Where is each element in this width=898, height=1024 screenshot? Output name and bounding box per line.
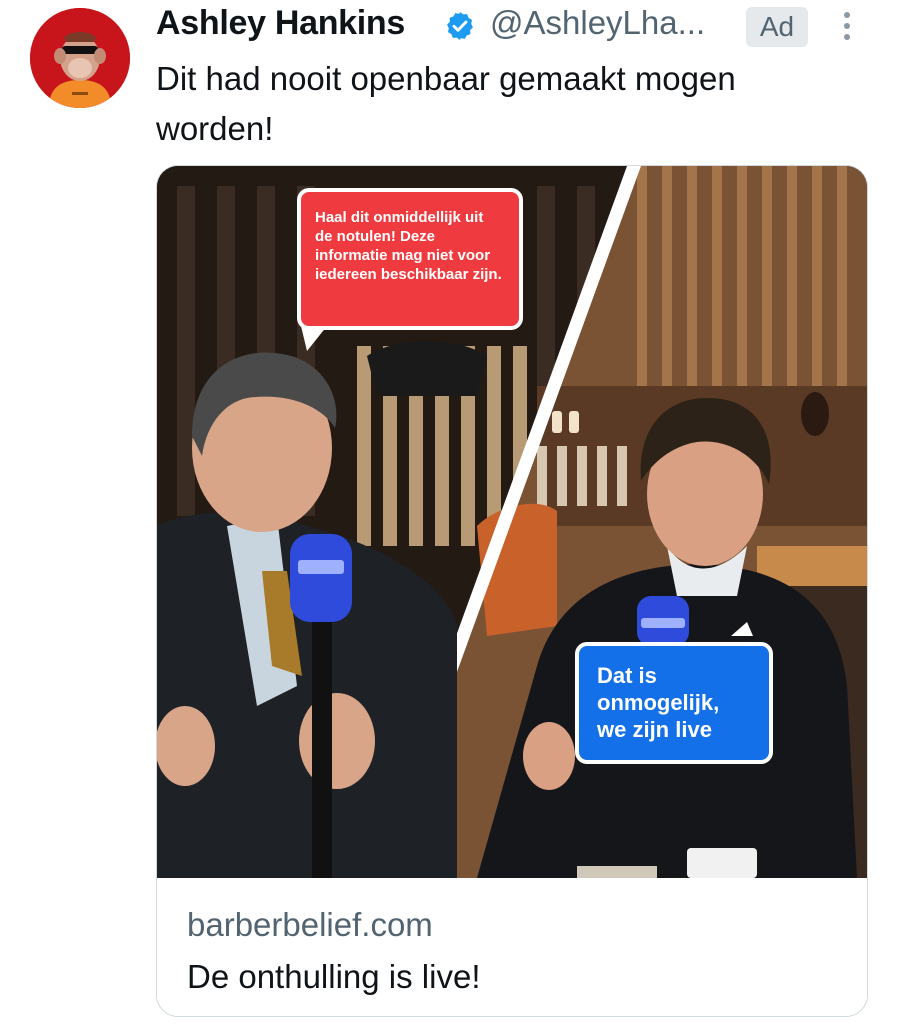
tweet-header: Ashley Hankins @AshleyLha... Ad: [156, 2, 876, 48]
tweet-text: Dit had nooit openbaar gemaakt mogen wor…: [156, 60, 736, 147]
ape-avatar-icon: [30, 8, 130, 108]
speech-bubble-left: Haal dit onmiddellijk uit de notulen! De…: [297, 188, 523, 330]
card-title[interactable]: De onthulling is live!: [187, 958, 481, 996]
card-info[interactable]: barberbelief.com De onthulling is live!: [157, 878, 867, 1016]
ad-badge: Ad: [746, 7, 808, 47]
speech-bubble-right: Dat is onmogelijk, we zijn live: [575, 642, 773, 764]
card-image[interactable]: Haal dit onmiddellijk uit de notulen! De…: [157, 166, 867, 878]
card-domain[interactable]: barberbelief.com: [187, 906, 433, 944]
author-handle[interactable]: @AshleyLha...: [490, 4, 705, 42]
link-card[interactable]: Haal dit onmiddellijk uit de notulen! De…: [156, 165, 868, 1017]
more-options-icon[interactable]: [840, 12, 854, 46]
verified-badge-icon: [444, 10, 476, 42]
author-name[interactable]: Ashley Hankins: [156, 4, 405, 43]
avatar[interactable]: [30, 8, 130, 108]
